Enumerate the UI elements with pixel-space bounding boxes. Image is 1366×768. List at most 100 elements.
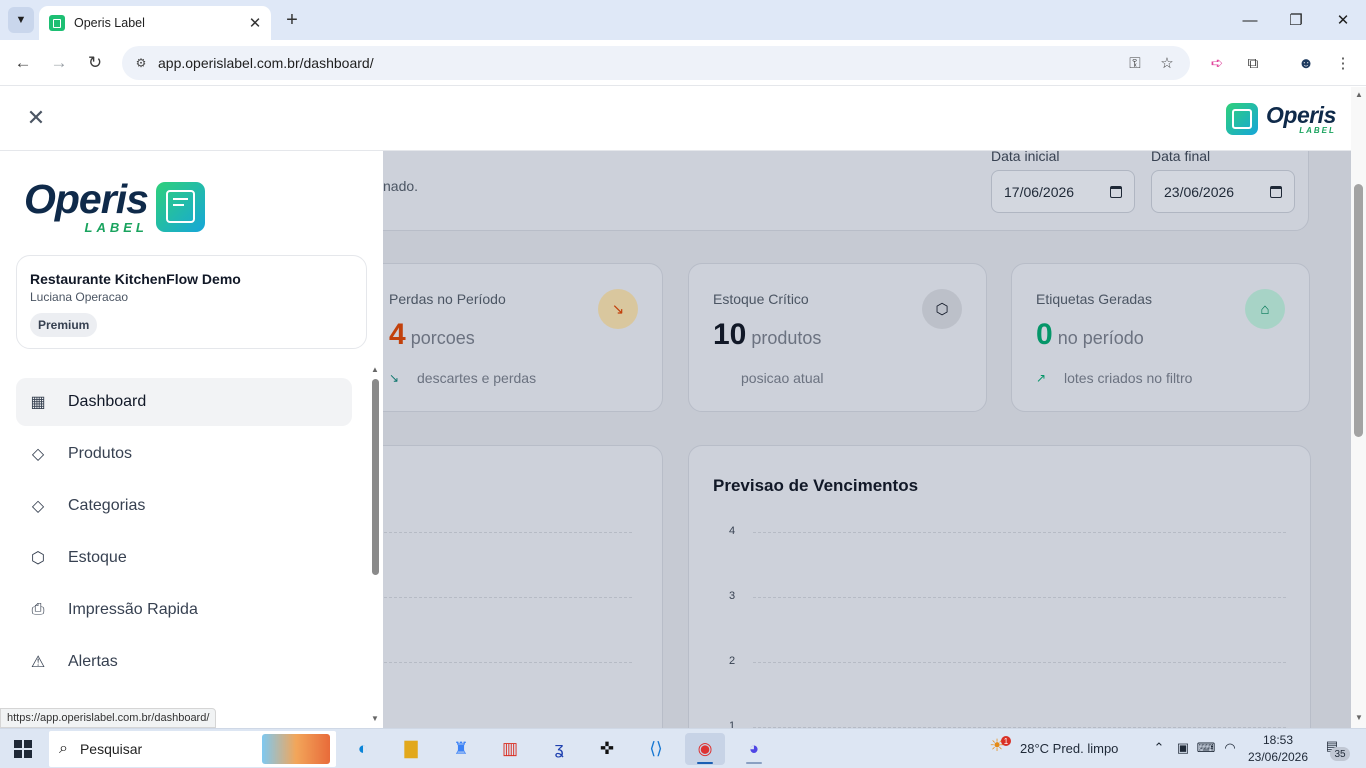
close-window-button[interactable]: ✕ (1320, 4, 1366, 36)
logo-subtext: LABEL (84, 220, 148, 235)
start-date-label: Data inicial (991, 151, 1060, 164)
sidebar-item-estoque[interactable]: ⬡ Estoque (16, 534, 352, 582)
tab-title: Operis Label (74, 16, 145, 30)
end-date-group: Data final 23/06/2026 (1151, 151, 1295, 213)
logo-badge-icon (155, 181, 205, 232)
start-date-input[interactable]: 17/06/2026 (991, 170, 1135, 213)
page-scrollbar[interactable]: ▲ ▼ (1351, 87, 1366, 728)
stat-unit: produtos (751, 328, 822, 348)
url-text[interactable]: app.operislabel.com.br/dashboard/ (158, 55, 374, 71)
organization-card[interactable]: Restaurante KitchenFlow Demo Luciana Ope… (16, 255, 367, 349)
header-logo[interactable]: Operis LABEL (1226, 103, 1336, 135)
sidebar-logo[interactable]: Operis LABEL (24, 179, 205, 234)
scroll-down-arrow-icon[interactable]: ▼ (1355, 713, 1363, 722)
menu-kebab-icon[interactable]: ⋮ (1332, 52, 1354, 74)
reload-button[interactable]: ↻ (82, 50, 108, 76)
chat-app-icon[interactable]: ◕ (734, 733, 774, 765)
sidebar-item-impressao-rapida[interactable]: ⎙ Impressão Rapida (16, 586, 352, 634)
stat-unit: no período (1057, 328, 1144, 348)
dev-tool-app-icon[interactable]: ✜ (587, 733, 627, 765)
filter-card: nado. Data inicial 17/06/2026 Data final… (383, 151, 1309, 231)
calendar-icon[interactable] (1110, 185, 1122, 198)
end-date-label: Data final (1151, 151, 1211, 164)
logo-text: Operis (1266, 101, 1336, 128)
sidebar-scrollbar-thumb[interactable] (372, 379, 379, 575)
tag-icon: ◇ (31, 498, 45, 515)
sidebar-item-label: Dashboard (68, 393, 147, 410)
arrow-up-right-icon: ↗ (1036, 371, 1047, 385)
close-icon[interactable]: ✕ (24, 105, 48, 130)
scroll-down-arrow-icon[interactable]: ▼ (371, 714, 379, 723)
stat-footnote: lotes criados no filtro (1064, 370, 1193, 386)
profile-avatar-icon[interactable]: ☻ (1295, 52, 1317, 74)
logo-subtext: LABEL (1299, 125, 1336, 135)
extensions-puzzle-icon[interactable]: ⧉ (1242, 52, 1264, 74)
stat-footnote: descartes e perdas (417, 370, 537, 386)
notification-count-badge: 35 (1330, 747, 1350, 761)
minimize-button[interactable]: — (1227, 4, 1273, 36)
close-tab-icon[interactable]: ✕ (245, 13, 265, 33)
stat-card-labels: Etiquetas Geradas 0 no período ⌂ ↗ lotes… (1011, 263, 1310, 412)
taskbar-search[interactable]: ⌕ Pesquisar (49, 731, 336, 767)
y-tick-label: 1 (729, 720, 736, 728)
stat-title: Etiquetas Geradas (1036, 291, 1152, 307)
address-bar[interactable]: ⚙ app.operislabel.com.br/dashboard/ ⚿ ☆ (122, 46, 1190, 80)
password-key-icon[interactable]: ⚿ (1125, 53, 1145, 73)
sidebar-item-label: Estoque (68, 549, 127, 566)
red-app-icon[interactable]: ▥ (490, 733, 530, 765)
wifi-icon[interactable]: ◠ (1221, 739, 1239, 757)
page-scrollbar-thumb[interactable] (1354, 184, 1363, 437)
bookmark-star-icon[interactable]: ☆ (1157, 53, 1177, 73)
chrome-app-icon[interactable]: ◉ (685, 733, 725, 765)
windows-start-icon[interactable] (14, 740, 32, 758)
site-settings-icon[interactable]: ⚙ (132, 54, 150, 72)
sidebar-item-produtos[interactable]: ◇ Produtos (16, 430, 352, 478)
camera-icon[interactable]: ▣ (1174, 739, 1192, 757)
sidebar-item-dashboard[interactable]: ▦ Dashboard (16, 378, 352, 426)
stat-unit: porcoes (410, 328, 475, 348)
search-label: Pesquisar (79, 741, 143, 757)
keyboard-language-icon[interactable]: ⌨ (1197, 739, 1216, 757)
edge-app-icon[interactable]: ◐ (343, 733, 383, 765)
logo-text: Operis (24, 176, 149, 222)
restore-button[interactable]: ❐ (1273, 4, 1319, 36)
sidebar-item-categorias[interactable]: ◇ Categorias (16, 482, 352, 530)
stat-title: Perdas no Período (389, 291, 506, 307)
sidebar-item-label: Alertas (68, 653, 118, 670)
chart-card-left (383, 445, 663, 728)
back-button[interactable]: ← (10, 50, 36, 76)
app-header: ✕ Operis LABEL (0, 87, 1351, 151)
windows-taskbar: ⌕ Pesquisar ◐ ▇ ♜ ▥ ʓ ✜ ⟨⟩ ◉ ◕ ☀ 1 28°C … (0, 728, 1366, 768)
chevron-up-icon[interactable]: ⌃ (1150, 739, 1168, 757)
stat-value: 10 (713, 318, 747, 351)
filter-description: nado. (383, 178, 419, 194)
grid-icon: ▦ (30, 394, 46, 411)
app-figure-icon[interactable]: ♜ (441, 733, 481, 765)
tab-search-button[interactable]: ▼ (8, 7, 34, 33)
package-icon: ⬡ (922, 289, 962, 329)
y-tick-label: 3 (729, 590, 736, 602)
browser-tab[interactable]: Operis Label ✕ (39, 6, 271, 40)
user-name: Luciana Operacao (30, 290, 129, 304)
weather-text[interactable]: 28°C Pred. limpo (1020, 741, 1118, 756)
vscode-app-icon[interactable]: ⟨⟩ (636, 733, 676, 765)
sidebar-scrollbar[interactable]: ▲ ▼ (370, 365, 380, 725)
extension-arrow-icon[interactable]: ➪ (1206, 52, 1228, 74)
sidebar-item-alertas[interactable]: ⚠ Alertas (16, 638, 352, 686)
scroll-up-arrow-icon[interactable]: ▲ (371, 365, 379, 374)
gridline (753, 532, 1286, 533)
calendar-icon[interactable] (1270, 185, 1282, 198)
forward-button[interactable]: → (46, 50, 72, 76)
scroll-up-arrow-icon[interactable]: ▲ (1355, 90, 1363, 99)
start-date-group: Data inicial 17/06/2026 (991, 151, 1135, 213)
taskbar-clock[interactable]: 18:53 23/06/2026 (1243, 732, 1313, 766)
clock-date: 23/06/2026 (1247, 750, 1309, 764)
organization-name: Restaurante KitchenFlow Demo (30, 271, 241, 287)
translator-app-icon[interactable]: ʓ (539, 733, 579, 765)
search-icon: ⌕ (59, 740, 68, 757)
end-date-value: 23/06/2026 (1164, 183, 1235, 200)
file-explorer-icon[interactable]: ▇ (391, 733, 431, 765)
sidebar-item-label: Produtos (68, 445, 133, 462)
end-date-input[interactable]: 23/06/2026 (1151, 170, 1295, 213)
new-tab-button[interactable]: + (280, 8, 304, 32)
